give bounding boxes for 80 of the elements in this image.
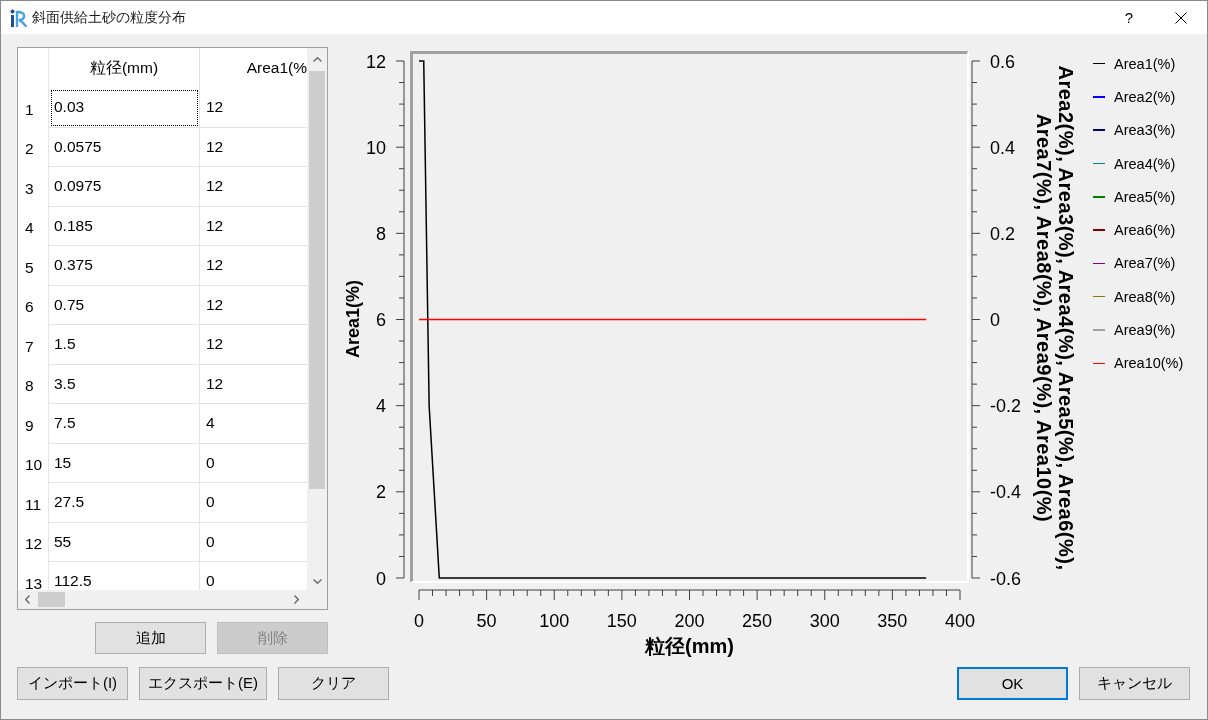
legend-label: Area1(%) (1114, 55, 1176, 72)
scrollbar-thumb[interactable] (309, 71, 325, 489)
legend-label: Area4(%) (1114, 155, 1176, 172)
scrollbar-thumb[interactable] (38, 592, 65, 607)
tick-label: 150 (606, 611, 637, 631)
tick-label: 0 (414, 611, 424, 631)
table-cell[interactable]: 0.185 (49, 206, 200, 246)
table-cell[interactable]: 15 (49, 443, 200, 483)
legend-label: Area2(%) (1114, 88, 1176, 105)
table-cell[interactable]: 0.03 (49, 88, 200, 128)
tick-label: -0.2 (990, 396, 1022, 417)
row-number: 1 (18, 88, 49, 128)
tick-label: 250 (742, 611, 773, 631)
tick-label: 100 (539, 611, 570, 631)
axis-title: 粒径(mm) (645, 635, 734, 657)
row-number: 5 (18, 246, 49, 286)
table-cell[interactable]: 0.375 (49, 246, 200, 286)
table-cell[interactable]: 0.0575 (49, 127, 200, 167)
axis-title: Area1(%) (343, 280, 363, 358)
dialog-button[interactable]: エクスポート(E) (139, 667, 267, 700)
tick-label: 0 (376, 568, 386, 589)
table-cell[interactable]: 27.5 (49, 483, 200, 523)
row-number: 7 (18, 325, 49, 365)
table-cell[interactable]: 7.5 (49, 404, 200, 444)
legend-label: Area8(%) (1114, 288, 1176, 305)
dialog-button[interactable]: クリア (278, 667, 389, 700)
window-title: 斜面供給土砂の粒度分布 (32, 8, 186, 27)
tick-label: 200 (674, 611, 705, 631)
tick-label: 350 (877, 611, 908, 631)
legend-label: Area10(%) (1114, 355, 1184, 372)
tick-label: 10 (365, 137, 386, 158)
tick-label: 300 (809, 611, 840, 631)
tick-label: 400 (945, 611, 975, 631)
legend-label: Area6(%) (1114, 222, 1176, 239)
table-cell[interactable]: 55 (49, 522, 200, 562)
tick-label: 6 (376, 310, 386, 330)
tick-label: 2 (376, 482, 386, 503)
app-logo-icon (10, 8, 27, 27)
dialog-button[interactable]: OK (957, 667, 1068, 700)
table-cell[interactable]: 1.5 (49, 325, 200, 365)
chevron-up-icon[interactable] (312, 57, 322, 62)
row-number: 2 (18, 127, 49, 167)
table-action-button[interactable]: 追加 (95, 622, 206, 654)
dialog-button[interactable]: キャンセル (1079, 667, 1190, 700)
horizontal-scrollbar[interactable] (18, 590, 307, 609)
legend-label: Area9(%) (1114, 322, 1176, 338)
vertical-scrollbar[interactable] (307, 48, 327, 590)
row-number: 9 (18, 404, 49, 444)
row-number: 11 (18, 483, 49, 523)
legend-label: Area7(%) (1114, 255, 1176, 272)
tick-label: 4 (376, 396, 386, 417)
column-header: 粒径(mm) (49, 48, 200, 88)
tick-label: 0.6 (990, 51, 1016, 72)
tick-label: -0.6 (990, 568, 1022, 589)
table-cell[interactable]: 0.0975 (49, 167, 200, 207)
row-number: 3 (18, 167, 49, 207)
table-cell[interactable]: 3.5 (49, 364, 200, 404)
column-header: Area1(% (245, 58, 307, 78)
tick-label: 8 (376, 223, 386, 244)
row-number: 10 (18, 443, 49, 483)
table-cell[interactable]: 0.75 (49, 285, 200, 325)
help-button[interactable]: ? (1107, 1, 1151, 34)
row-number: 6 (18, 285, 49, 325)
close-icon (1175, 11, 1187, 24)
tick-label: 12 (365, 51, 386, 72)
chevron-right-icon[interactable] (294, 595, 299, 604)
legend-label: Area5(%) (1114, 188, 1176, 205)
tick-label: 50 (476, 611, 497, 631)
row-number: 4 (18, 206, 49, 246)
axis-title: Area2(%), Area3(%), Area4(%), Area5(%), Area6(%), Area7(%), Area8(%), Area9(%), Area10(%) (1033, 65, 1077, 571)
chevron-down-icon[interactable] (312, 579, 322, 584)
row-number: 12 (18, 522, 49, 562)
tick-label: 0.2 (990, 223, 1016, 244)
chevron-left-icon[interactable] (25, 595, 30, 604)
tick-label: 0 (990, 310, 1000, 330)
row-number: 8 (18, 364, 49, 404)
dialog-button[interactable]: インポート(I) (17, 667, 128, 700)
tick-label: -0.4 (990, 482, 1022, 503)
tick-label: 0.4 (990, 137, 1016, 158)
legend-label: Area3(%) (1114, 122, 1176, 139)
